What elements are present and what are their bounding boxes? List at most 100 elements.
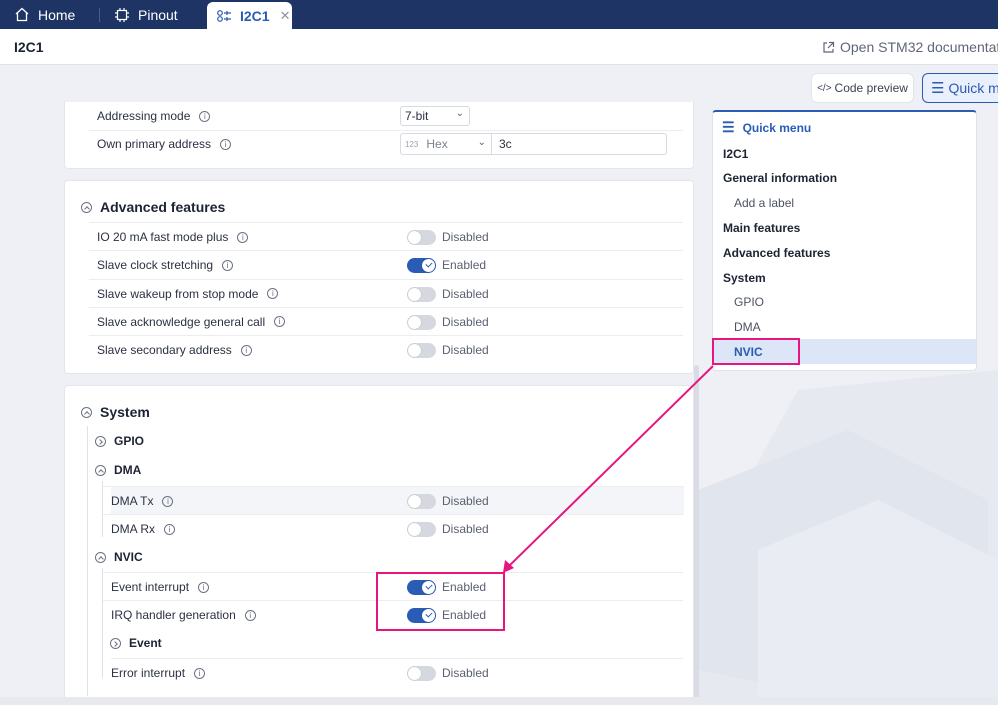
tab-i2c1[interactable]: I2C1 ✕ (207, 2, 292, 29)
tree-line (102, 568, 103, 678)
setting-label: Slave wakeup from stop mode (97, 286, 259, 301)
collapse-icon[interactable] (95, 464, 106, 476)
scrollbar[interactable] (694, 365, 699, 700)
number-format-icon: 123 (405, 139, 419, 149)
tree-line (87, 426, 88, 696)
menu-icon: ☰ (931, 80, 945, 97)
setting-label: IRQ handler generation (111, 608, 236, 623)
collapse-icon[interactable] (81, 201, 92, 213)
quick-menu-item[interactable]: DMA (713, 315, 976, 340)
dma-group[interactable]: DMA (95, 463, 141, 477)
setting-label: Slave secondary address (97, 343, 232, 358)
open-documentation-label: Open STM32 documentat (840, 39, 998, 55)
info-icon[interactable]: i (267, 288, 279, 300)
info-icon[interactable]: i (240, 344, 252, 356)
expand-icon[interactable] (110, 637, 121, 649)
setting-toggle[interactable] (407, 230, 436, 245)
chevron-down-icon: ⌄ (455, 108, 464, 119)
tab-divider (99, 8, 100, 22)
tab-pinout-label: Pinout (138, 6, 178, 23)
quick-menu-item[interactable]: I2C1 (713, 141, 976, 166)
setting-row: DMA Tx i (111, 487, 174, 515)
setting-state: Disabled (442, 494, 489, 508)
check-icon (425, 260, 433, 268)
addressing-mode-label: Addressing mode (97, 109, 191, 123)
advanced-features-title: Advanced features (100, 199, 226, 215)
dma-title: DMA (114, 463, 142, 477)
info-icon[interactable]: i (162, 495, 174, 507)
close-icon[interactable]: ✕ (280, 8, 291, 24)
event-group[interactable]: Event (110, 636, 162, 650)
info-icon[interactable]: i (220, 138, 232, 150)
address-format-value: Hex (426, 137, 448, 151)
tab-i2c1-label: I2C1 (240, 7, 270, 24)
addressing-mode-value: 7-bit (405, 109, 429, 123)
error-interrupt-toggle[interactable] (407, 666, 436, 681)
home-icon (15, 7, 29, 22)
setting-toggle[interactable] (407, 494, 436, 509)
error-interrupt-row: Error interrupt i (111, 659, 206, 687)
setting-label: Slave acknowledge general call (97, 314, 266, 329)
setting-toggle[interactable] (407, 258, 436, 274)
quick-menu-item[interactable]: System (713, 265, 976, 290)
setting-row: Slave wakeup from stop mode i (97, 280, 279, 308)
quick-menu-item[interactable]: Advanced features (713, 240, 976, 265)
setting-label: DMA Rx (111, 522, 156, 537)
address-format-select[interactable]: 123 Hex ⌄ (400, 133, 492, 155)
info-icon[interactable]: i (222, 259, 234, 271)
highlight-box-nvic-menu (712, 338, 800, 365)
info-icon[interactable]: i (198, 581, 210, 593)
divider (103, 514, 683, 516)
setting-state: Disabled (442, 522, 489, 537)
event-title: Event (129, 636, 162, 650)
setting-toggle[interactable] (407, 522, 436, 538)
background-hexagon-decoration (698, 370, 998, 700)
quick-menu-button-label: Quick m (948, 80, 998, 96)
tree-line (102, 481, 103, 537)
collapse-icon[interactable] (81, 406, 92, 418)
own-address-input[interactable]: 3c (491, 133, 667, 155)
setting-toggle[interactable] (407, 314, 436, 330)
setting-row: Slave acknowledge general call i (97, 308, 286, 336)
system-header[interactable]: System (81, 404, 150, 420)
tab-home[interactable]: Home (14, 0, 75, 29)
info-icon[interactable]: i (194, 667, 206, 679)
gpio-group[interactable]: GPIO (95, 434, 144, 448)
setting-toggle[interactable] (407, 286, 436, 302)
setting-state: Disabled (442, 230, 489, 244)
setting-row: IO 20 mA fast mode plus i (97, 223, 249, 251)
info-icon[interactable]: i (237, 231, 249, 243)
setting-row: Slave secondary address i (97, 336, 252, 364)
setting-state: Disabled (442, 343, 489, 358)
setting-state: Disabled (442, 314, 489, 329)
divider (103, 486, 683, 487)
setting-toggle[interactable] (407, 343, 436, 359)
own-address-row: Own primary address i (97, 130, 232, 158)
quick-menu-button[interactable]: ☰ Quick m (922, 73, 998, 103)
info-icon[interactable]: i (199, 110, 211, 122)
chip-icon (115, 7, 129, 22)
code-preview-button[interactable]: </> Code preview (811, 73, 914, 103)
info-icon[interactable]: i (164, 523, 176, 535)
quick-menu-item[interactable]: GPIO (713, 290, 976, 315)
quick-menu-item[interactable]: Main features (713, 215, 976, 240)
info-icon[interactable]: i (274, 316, 286, 328)
info-icon[interactable]: i (244, 609, 256, 621)
system-title: System (100, 404, 150, 420)
addressing-mode-select[interactable]: 7-bit ⌄ (400, 106, 470, 126)
nvic-group[interactable]: NVIC (95, 550, 143, 564)
setting-label: Slave clock stretching (97, 258, 214, 273)
open-documentation-link[interactable]: Open STM32 documentat (822, 39, 998, 55)
setting-label: DMA Tx (111, 494, 154, 508)
system-card: System GPIO DMA DMA Tx i Disabled DMA Rx i Di… (64, 385, 694, 705)
quick-menu-item[interactable]: General information (713, 166, 976, 191)
advanced-features-header[interactable]: Advanced features (81, 199, 225, 215)
quick-menu-header: ☰ Quick menu (722, 119, 811, 136)
collapse-icon[interactable] (95, 551, 106, 563)
status-strip (0, 697, 998, 705)
tab-pinout[interactable]: Pinout (114, 0, 178, 29)
setting-label: Event interrupt (111, 580, 190, 594)
advanced-features-card: Advanced features IO 20 mA fast mode plu… (64, 180, 694, 374)
expand-icon[interactable] (95, 435, 106, 447)
quick-menu-item[interactable]: Add a label (713, 191, 976, 216)
